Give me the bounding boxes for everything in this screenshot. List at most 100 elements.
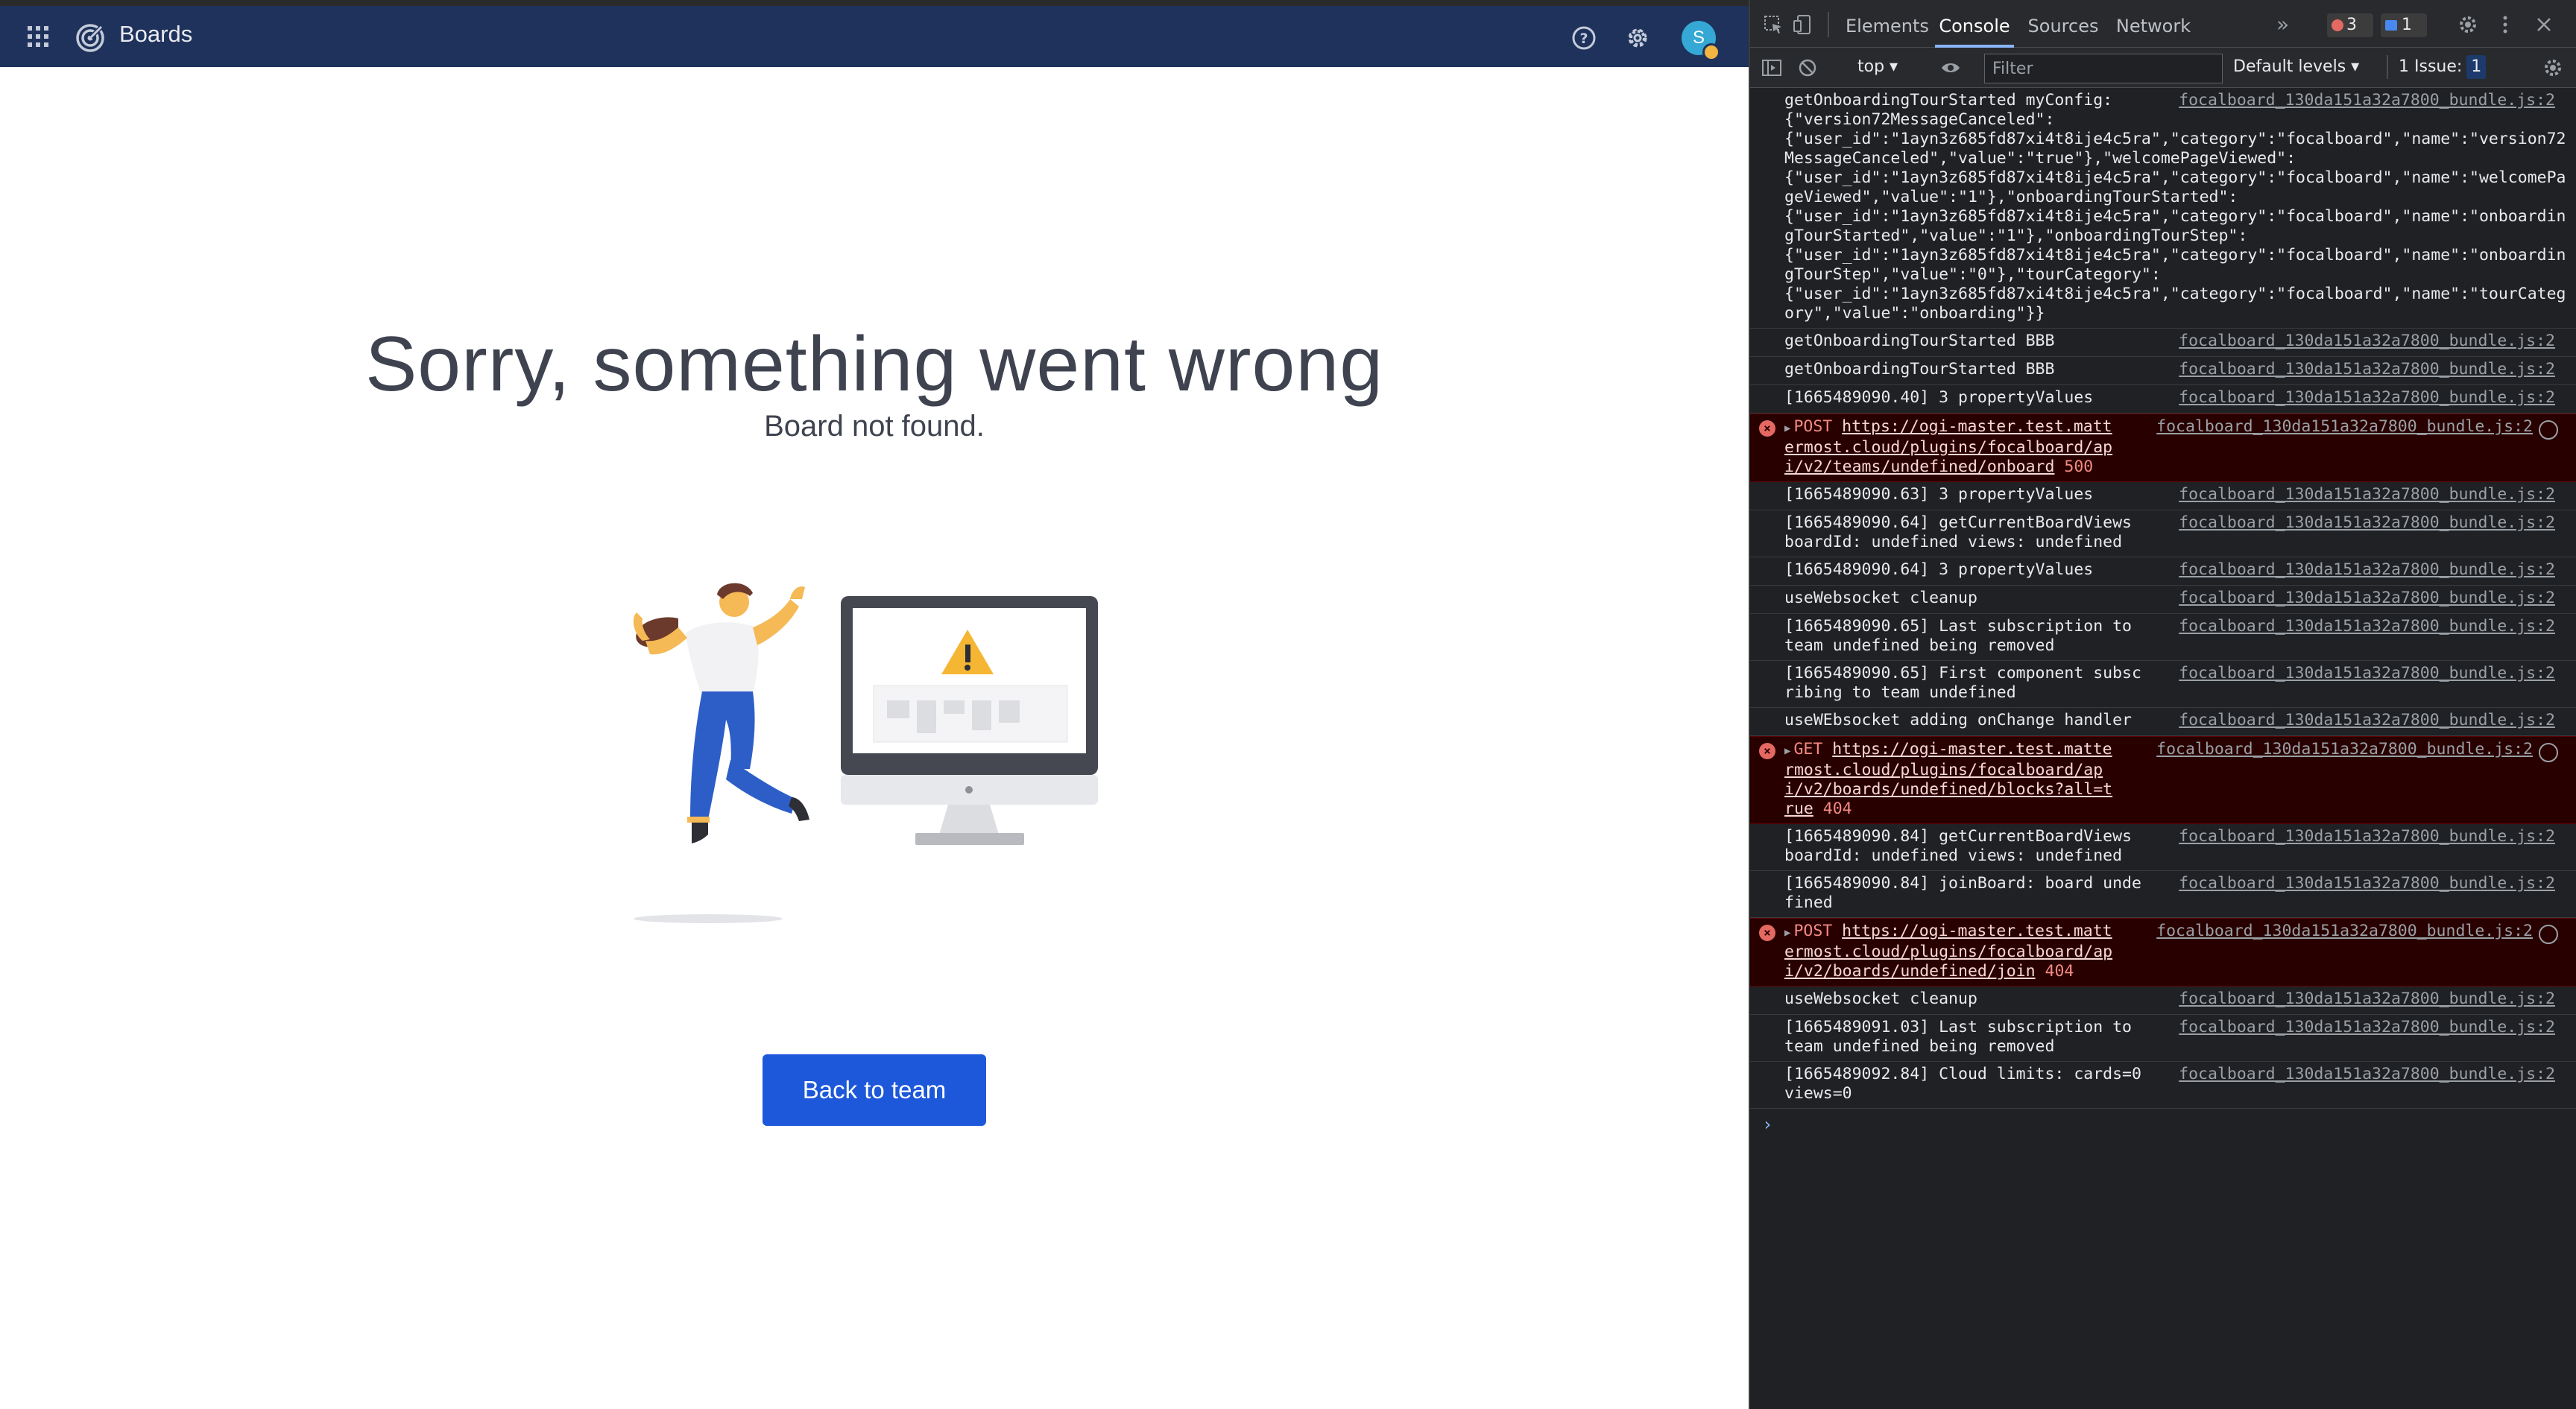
console-log-row: getOnboardingTourStarted myConfig: focalb… [1750,88,2576,110]
source-link[interactable]: focalboard_130da151a32a7800_bundle.js:2 [2179,874,2555,893]
source-link[interactable]: focalboard_130da151a32a7800_bundle.js:2 [2156,417,2533,437]
app-title: Boards [119,21,193,47]
error-icon: × [1759,925,1775,941]
error-subtitle: Board not found. [764,410,985,443]
console-log-row: [1665489090.40] 3 propertyValues focalboa… [1750,385,2576,414]
inspect-element-icon[interactable] [1762,13,1784,36]
log-message: [1665489090.65] First component subscrib… [1784,664,2141,702]
eye-icon[interactable] [1939,57,1962,79]
gear-icon[interactable] [2542,57,2564,79]
grid-icon[interactable] [27,25,49,48]
error-heading: Sorry, something went wrong [364,321,1384,408]
error-count: 3 [2346,16,2357,34]
console-log-row: [1665489090.65] First component subscrib… [1750,661,2576,708]
help-icon[interactable]: ? [1571,25,1597,51]
console-log-row: [1665489092.84] Cloud limits: cards=0 vi… [1750,1062,2576,1109]
log-message: [1665489091.03] Last subscription to tea… [1784,1018,2141,1056]
request-method: GET [1793,740,1823,759]
request-method: POST [1793,922,1833,940]
issues-button[interactable]: 1 Issue: 1 [2387,55,2487,79]
clear-console-icon[interactable] [1796,57,1819,79]
source-link[interactable]: focalboard_130da151a32a7800_bundle.js:2 [2179,360,2555,379]
source-link[interactable]: focalboard_130da151a32a7800_bundle.js:2 [2179,711,2555,730]
status-badge [1702,43,1720,61]
more-options-icon[interactable] [2494,13,2516,36]
message-icon [2385,20,2397,31]
error-illustration [633,583,1098,923]
tab-sources[interactable]: Sources [2024,0,2102,48]
filter-input[interactable] [1984,54,2223,83]
log-message: [1665489090.64] 3 propertyValues [1784,560,2094,579]
log-message: getOnboardingTourStarted myConfig: [1784,91,2113,110]
source-link[interactable]: focalboard_130da151a32a7800_bundle.js:2 [2179,485,2555,504]
log-message: [1665489090.64] getCurrentBoardViews boa… [1784,513,2141,551]
context-selector[interactable]: top ▾ [1857,55,1898,79]
source-link[interactable]: focalboard_130da151a32a7800_bundle.js:2 [2179,332,2555,351]
log-message: useWEbsocket adding onChange handler [1784,711,2132,729]
source-link[interactable]: focalboard_130da151a32a7800_bundle.js:2 [2179,589,2555,608]
network-request-icon[interactable] [2539,743,2558,762]
console-toolbar: top ▾ Default levels ▾ 1 Issue:1 [1750,48,2576,88]
source-link[interactable]: focalboard_130da151a32a7800_bundle.js:2 [2179,388,2555,408]
expand-caret-icon[interactable]: ▶ [1784,927,1790,939]
status-code: 500 [2064,457,2094,476]
device-toolbar-icon[interactable] [1792,13,1814,36]
close-icon[interactable] [2533,13,2555,36]
source-link[interactable]: focalboard_130da151a32a7800_bundle.js:2 [2179,1065,2555,1084]
back-to-team-button[interactable]: Back to team [763,1054,986,1126]
console-log-row: [1665489090.63] 3 propertyValues focalboa… [1750,482,2576,510]
status-code: 404 [2045,962,2074,981]
error-icon: × [1759,420,1775,437]
message-count: 1 [2402,16,2412,34]
message-counter[interactable]: 1 [2381,13,2427,37]
source-link[interactable]: focalboard_130da151a32a7800_bundle.js:2 [2179,560,2555,580]
console-log-row: [1665489090.65] Last subscription to tea… [1750,614,2576,661]
expand-caret-icon[interactable]: ▶ [1784,745,1790,757]
source-link[interactable]: focalboard_130da151a32a7800_bundle.js:2 [2179,91,2555,110]
tab-elements[interactable]: Elements [1846,0,1929,48]
svg-text:?: ? [1579,31,1588,47]
log-message: [1665489090.63] 3 propertyValues [1784,485,2094,504]
tab-network[interactable]: Network [2112,0,2194,48]
log-message: useWebsocket cleanup [1784,589,1977,607]
console-log-row: [1665489090.84] getCurrentBoardViews boa… [1750,824,2576,871]
log-levels-select[interactable]: Default levels ▾ [2233,55,2359,79]
console-log-row: getOnboardingTourStarted BBB focalboard_1… [1750,329,2576,357]
network-request-icon[interactable] [2539,420,2558,440]
source-link[interactable]: focalboard_130da151a32a7800_bundle.js:2 [2156,922,2533,941]
gear-icon[interactable] [1625,25,1650,51]
source-link[interactable]: focalboard_130da151a32a7800_bundle.js:2 [2179,513,2555,533]
log-message: useWebsocket cleanup [1784,990,1977,1008]
source-link[interactable]: focalboard_130da151a32a7800_bundle.js:2 [2179,1018,2555,1037]
error-message[interactable]: ▶ GET https://ogi-master.test.mattermost.… [1784,740,2120,819]
sidebar-toggle-icon[interactable] [1761,57,1783,79]
console-error-row: × ▶ GET https://ogi-master.test.mattermost… [1750,736,2576,824]
source-link[interactable]: focalboard_130da151a32a7800_bundle.js:2 [2179,990,2555,1009]
source-link[interactable]: focalboard_130da151a32a7800_bundle.js:2 [2179,664,2555,683]
boards-app: Boards ? S Sorry, something went wrong B… [0,0,1749,1409]
error-counter[interactable]: 3 [2327,13,2373,37]
expand-caret-icon[interactable]: ▶ [1784,422,1790,434]
tab-console[interactable]: Console [1935,0,2014,48]
error-message[interactable]: ▶ POST https://ogi-master.test.mattermost… [1784,417,2120,477]
console-error-row: × ▶ POST https://ogi-master.test.mattermos… [1750,414,2576,482]
network-request-icon[interactable] [2539,925,2558,944]
console-error-row: × ▶ POST https://ogi-master.test.mattermos… [1750,918,2576,987]
console-prompt[interactable]: › [1750,1109,2576,1140]
source-link[interactable]: focalboard_130da151a32a7800_bundle.js:2 [2156,740,2533,759]
more-tabs-button[interactable]: » [2276,12,2289,37]
source-link[interactable]: focalboard_130da151a32a7800_bundle.js:2 [2179,827,2555,846]
log-message: getOnboardingTourStarted BBB [1784,360,2055,379]
boards-logo-icon[interactable] [75,22,106,54]
error-message[interactable]: ▶ POST https://ogi-master.test.mattermost… [1784,922,2120,981]
log-message: [1665489090.65] Last subscription to tea… [1784,617,2141,655]
issues-count: 1 [2466,55,2487,79]
console-log-row: useWebsocket cleanup focalboard_130da151a… [1750,586,2576,614]
top-bar: Boards ? S [0,0,1749,67]
log-message: [1665489090.40] 3 propertyValues [1784,388,2094,407]
error-icon: × [1759,743,1775,759]
status-code: 404 [1822,800,1852,818]
gear-icon[interactable] [2457,13,2479,36]
devtools-panel: Elements Console Sources Network » 3 1 t… [1749,0,2576,1409]
source-link[interactable]: focalboard_130da151a32a7800_bundle.js:2 [2179,617,2555,636]
